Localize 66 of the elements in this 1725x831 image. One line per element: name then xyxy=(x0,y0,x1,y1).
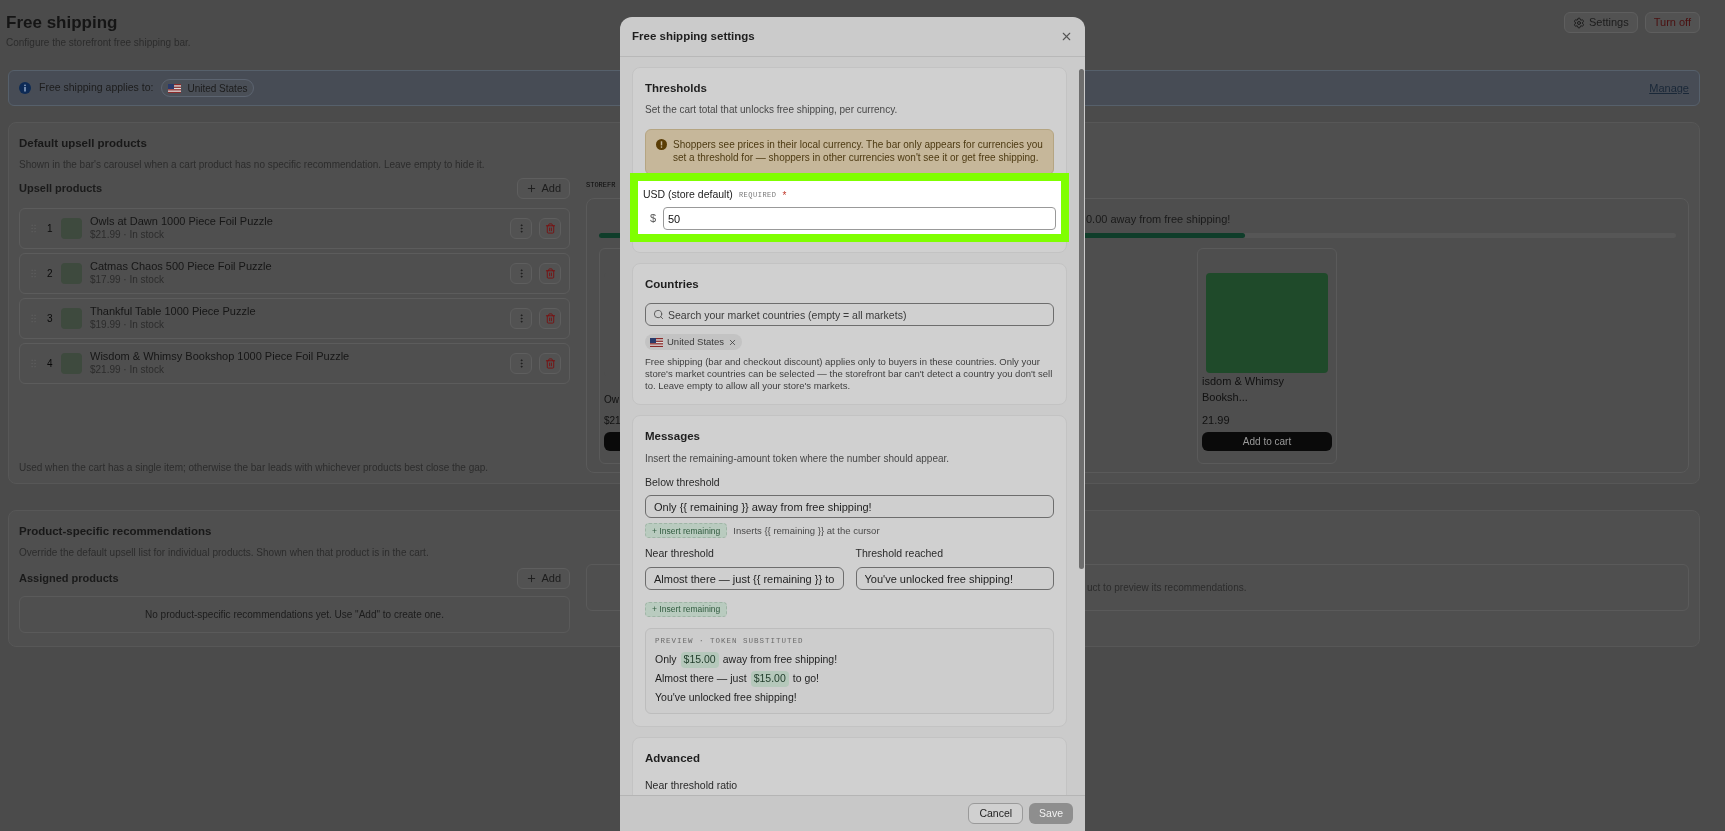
required-mark: * xyxy=(782,188,787,203)
preview-product-name: Ow xyxy=(604,392,619,407)
more-button[interactable] xyxy=(510,217,532,239)
trash-icon xyxy=(544,357,556,369)
flag-icon xyxy=(650,337,663,347)
trash-icon xyxy=(544,312,556,324)
trash-icon xyxy=(544,267,556,279)
more-button[interactable] xyxy=(510,352,532,374)
flag-icon xyxy=(168,83,182,93)
row-number: 1 xyxy=(47,221,54,236)
info-icon xyxy=(19,82,31,95)
message-field[interactable]: Almost there — just {{ remaining }} to xyxy=(645,567,844,590)
preview-product-name: isdom & Whimsy Booksh... xyxy=(1202,373,1285,406)
field-label: Threshold reached xyxy=(855,546,945,562)
field-label: Below threshold xyxy=(645,474,721,490)
preview-product-price: $21 xyxy=(604,413,621,428)
country-chip: United States xyxy=(645,334,743,351)
delete-button[interactable] xyxy=(539,307,561,329)
delete-button[interactable] xyxy=(539,217,561,239)
section-title: Thresholds xyxy=(645,81,707,96)
amount-token: $15.00 xyxy=(750,671,789,688)
section-description: Set the cart total that unlocks free shipping, per currency. xyxy=(645,103,899,118)
preview-product-price: 21.99 xyxy=(1202,412,1230,428)
trash-icon xyxy=(544,222,556,234)
preview-text: Almost there — just xyxy=(655,671,747,687)
product-name: Wisdom & Whimsy Bookshop 1000 Piece Foil Puzzle xyxy=(90,349,351,364)
warning-text: Shoppers see prices in their local currency. The bar only appears for currencies you set a threshold for — shoppers in other currencies won't see it or get free shipping. xyxy=(673,138,1043,165)
row-number: 3 xyxy=(47,311,54,326)
alert-icon xyxy=(656,139,667,151)
plus-icon xyxy=(526,573,538,584)
message-field[interactable]: Only {{ remaining }} away from free shipping! xyxy=(645,495,1054,519)
close-icon[interactable] xyxy=(1060,30,1073,43)
message-field[interactable]: You've unlocked free shipping! xyxy=(855,567,1054,590)
more-button[interactable] xyxy=(510,307,532,329)
section-title: Messages xyxy=(645,429,700,445)
row-number: 4 xyxy=(47,356,54,371)
field-label: Near threshold xyxy=(645,546,715,562)
insert-token-button[interactable]: + Insert remaining xyxy=(645,601,728,617)
row-number: 2 xyxy=(47,266,54,281)
field-label: Near threshold ratio xyxy=(645,777,738,793)
search-icon xyxy=(653,309,664,321)
add-to-cart-button[interactable]: Add to cart xyxy=(1202,432,1332,451)
cancel-button[interactable]: Cancel xyxy=(968,803,1024,824)
hint-text: Inserts {{ remaining }} at the cursor xyxy=(733,523,880,538)
more-button[interactable] xyxy=(510,262,532,284)
section-description: Insert the remaining-amount token where the number should appear. xyxy=(645,451,951,466)
field-label: USD (store default) xyxy=(643,187,733,203)
currency-prefix: $ xyxy=(648,211,658,227)
preview-text: You've unlocked free shipping! xyxy=(655,690,797,706)
turn-off-button[interactable]: Turn off xyxy=(1644,12,1700,33)
plus-icon xyxy=(526,183,538,194)
remove-icon[interactable] xyxy=(728,337,738,347)
preview-text: away from free shipping! xyxy=(722,652,838,668)
insert-token-button[interactable]: + Insert remaining xyxy=(645,523,728,539)
preview-text: Only xyxy=(655,652,677,668)
preview-text: to go! xyxy=(792,671,820,687)
threshold-input[interactable]: 50 xyxy=(663,207,1056,230)
dialog-title: Free shipping settings xyxy=(632,28,755,44)
country-search-field[interactable]: Search your market countries (empty = all markets) xyxy=(645,303,1054,327)
help-text: Free shipping (bar and checkout discount) applies only to buyers in these countries. Only your store's market countries can be selected — the storefront bar can't detect a country you don't sell to. Leave empty to allow all your store's markets. xyxy=(645,356,1054,393)
settings-icon xyxy=(1572,16,1585,29)
section-title: Advanced xyxy=(645,751,700,767)
delete-button[interactable] xyxy=(539,262,561,284)
section-title: Countries xyxy=(645,277,699,292)
amount-token: $15.00 xyxy=(680,652,719,669)
delete-button[interactable] xyxy=(539,352,561,374)
